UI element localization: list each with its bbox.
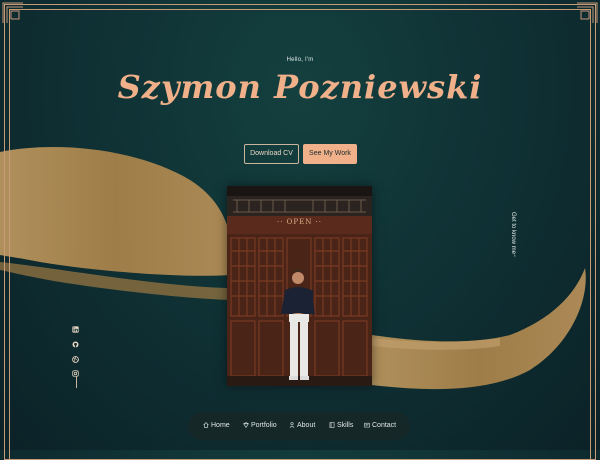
profile-photo: ·· OPEN ·· <box>227 186 372 386</box>
nav-item-contact[interactable]: Contact <box>364 412 396 440</box>
nav-label-about: About <box>297 422 316 429</box>
greeting-text: Hello, I'm <box>286 57 314 63</box>
portfolio-icon <box>243 422 249 428</box>
nav-item-about[interactable]: About <box>289 412 315 440</box>
nav-item-portfolio[interactable]: Portfolio <box>243 412 277 440</box>
corner-ornament-icon <box>577 2 598 23</box>
instagram-icon[interactable] <box>72 364 82 377</box>
arrow-down-icon: → <box>512 252 518 258</box>
book-icon <box>329 422 335 428</box>
nav-label-contact: Contact <box>372 422 397 429</box>
github-icon[interactable] <box>72 335 82 348</box>
nav-label-skills: Skills <box>337 422 354 429</box>
nav-label-home: Home <box>211 422 230 429</box>
corner-ornament-icon <box>2 2 23 23</box>
photo-sign-text: ·· OPEN ·· <box>276 218 323 226</box>
get-to-know-me-label: Get to know me <box>510 212 516 255</box>
social-divider <box>76 376 77 388</box>
nav-item-home[interactable]: Home <box>203 412 230 440</box>
user-icon <box>289 422 295 428</box>
see-my-work-button[interactable]: See My Work <box>303 144 357 164</box>
linkedin-icon[interactable] <box>72 320 82 333</box>
dribbble-icon[interactable] <box>72 350 82 363</box>
bottom-nav: Home Portfolio About Skills Contact <box>188 412 410 440</box>
contact-icon <box>364 422 370 428</box>
home-icon <box>203 422 209 428</box>
hero-name: Szymon Pozniewski <box>117 68 483 106</box>
download-cv-button[interactable]: Download CV <box>244 144 299 164</box>
nav-label-portfolio: Portfolio <box>251 422 277 429</box>
nav-item-skills[interactable]: Skills <box>329 412 353 440</box>
